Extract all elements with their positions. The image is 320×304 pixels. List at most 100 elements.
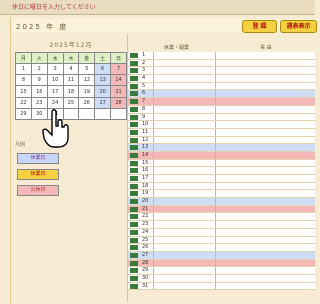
- row-day-number: 11: [142, 128, 149, 135]
- calendar-day[interactable]: 24: [46, 96, 64, 109]
- row-marker[interactable]: [130, 237, 138, 243]
- calendar-day[interactable]: 18: [62, 85, 80, 98]
- row-marker[interactable]: [130, 160, 138, 166]
- schedule-row[interactable]: 27: [128, 251, 315, 260]
- calendar-day[interactable]: 11: [62, 74, 80, 87]
- schedule-row[interactable]: 31: [128, 282, 315, 291]
- row-marker[interactable]: [130, 91, 138, 97]
- schedule-row[interactable]: 14: [128, 151, 315, 160]
- row-marker[interactable]: [130, 283, 138, 289]
- calendar-day[interactable]: 23: [30, 96, 48, 109]
- calendar-day[interactable]: 16: [30, 85, 48, 98]
- row-marker[interactable]: [130, 83, 138, 89]
- row-marker[interactable]: [130, 176, 138, 181]
- schedule-row[interactable]: 19: [128, 190, 315, 199]
- calendar-day[interactable]: 28: [110, 96, 127, 109]
- schedule-row[interactable]: 5: [128, 82, 315, 91]
- schedule-row[interactable]: 29: [128, 267, 315, 275]
- schedule-row[interactable]: 25: [128, 236, 315, 245]
- calendar-day[interactable]: 29: [15, 107, 32, 121]
- schedule-row[interactable]: 17: [128, 175, 315, 183]
- calendar-day[interactable]: 12: [78, 74, 96, 87]
- schedule-row[interactable]: 22: [128, 213, 315, 222]
- row-marker[interactable]: [130, 129, 138, 135]
- row-marker[interactable]: [130, 99, 138, 105]
- row-marker[interactable]: [130, 275, 138, 281]
- row-marker[interactable]: [130, 53, 138, 58]
- row-marker[interactable]: [130, 145, 138, 151]
- calendar-day[interactable]: 9: [30, 74, 48, 87]
- schedule-row[interactable]: 15: [128, 159, 315, 168]
- display-button[interactable]: 週表表示: [280, 20, 317, 33]
- schedule-row[interactable]: 10: [128, 121, 315, 129]
- schedule-row[interactable]: 3: [128, 67, 315, 76]
- row-marker[interactable]: [130, 60, 138, 66]
- calendar-day[interactable]: 17: [46, 85, 64, 98]
- calendar-day[interactable]: 21: [110, 85, 127, 98]
- register-button[interactable]: 登 録: [242, 20, 277, 33]
- legend-public-holiday[interactable]: 公休日: [17, 185, 59, 196]
- schedule-row[interactable]: 30: [128, 274, 315, 283]
- schedule-row[interactable]: 9: [128, 113, 315, 122]
- row-marker[interactable]: [130, 106, 138, 112]
- calendar-day[interactable]: 1: [15, 63, 32, 76]
- schedule-row[interactable]: 1: [128, 52, 315, 60]
- schedule-row[interactable]: 2: [128, 59, 315, 68]
- schedule-row[interactable]: 4: [128, 75, 315, 83]
- calendar-day[interactable]: 4: [62, 63, 80, 76]
- row-marker[interactable]: [130, 168, 138, 174]
- row-marker[interactable]: [130, 229, 138, 235]
- calendar-day[interactable]: 6: [94, 63, 112, 76]
- schedule-row[interactable]: 16: [128, 167, 315, 175]
- calendar-day[interactable]: 19: [78, 85, 96, 98]
- row-marker[interactable]: [130, 114, 138, 120]
- row-marker[interactable]: [130, 76, 138, 82]
- calendar-day[interactable]: 7: [110, 63, 127, 76]
- row-day-number: 20: [142, 198, 149, 205]
- calendar-day[interactable]: 20: [94, 85, 112, 98]
- schedule-row[interactable]: 28: [128, 259, 315, 268]
- row-marker[interactable]: [130, 191, 138, 197]
- schedule-row[interactable]: 6: [128, 90, 315, 99]
- calendar-day[interactable]: 27: [94, 96, 112, 109]
- row-marker[interactable]: [130, 260, 138, 266]
- year-value[interactable]: 2025: [16, 23, 42, 31]
- calendar-day[interactable]: 25: [62, 96, 80, 109]
- row-marker[interactable]: [130, 245, 138, 251]
- row-marker[interactable]: [130, 268, 138, 274]
- schedule-row[interactable]: 8: [128, 105, 315, 114]
- row-marker[interactable]: [130, 68, 138, 74]
- schedule-row[interactable]: 24: [128, 228, 315, 237]
- schedule-row[interactable]: 18: [128, 182, 315, 191]
- row-marker[interactable]: [130, 214, 138, 220]
- calendar-day[interactable]: 3: [46, 63, 64, 76]
- schedule-row[interactable]: 20: [128, 198, 315, 206]
- calendar-day[interactable]: 10: [46, 74, 64, 87]
- calendar-day[interactable]: 5: [78, 63, 96, 76]
- row-marker[interactable]: [130, 122, 138, 128]
- row-marker[interactable]: [130, 152, 138, 158]
- schedule-row[interactable]: 21: [128, 205, 315, 214]
- row-day-number: 2: [142, 59, 146, 66]
- row-marker[interactable]: [130, 206, 138, 212]
- calendar-day[interactable]: 26: [78, 96, 96, 109]
- row-marker[interactable]: [130, 199, 138, 205]
- legend-closed[interactable]: 休業日: [17, 153, 59, 164]
- schedule-row[interactable]: 13: [128, 144, 315, 152]
- schedule-row[interactable]: 26: [128, 244, 315, 252]
- schedule-row[interactable]: 7: [128, 98, 315, 106]
- calendar-day[interactable]: 22: [15, 96, 32, 109]
- schedule-row[interactable]: 23: [128, 221, 315, 229]
- calendar-day[interactable]: 15: [15, 85, 32, 98]
- schedule-row[interactable]: 11: [128, 128, 315, 137]
- row-marker[interactable]: [130, 137, 138, 143]
- calendar-day[interactable]: 2: [30, 63, 48, 76]
- calendar-day[interactable]: 13: [94, 74, 112, 87]
- row-marker[interactable]: [130, 222, 138, 228]
- schedule-row[interactable]: 12: [128, 136, 315, 145]
- calendar-day[interactable]: 8: [15, 74, 32, 87]
- row-marker[interactable]: [130, 183, 138, 189]
- legend-business[interactable]: 休業日: [17, 169, 59, 180]
- calendar-day[interactable]: 14: [110, 74, 127, 87]
- row-marker[interactable]: [130, 252, 138, 258]
